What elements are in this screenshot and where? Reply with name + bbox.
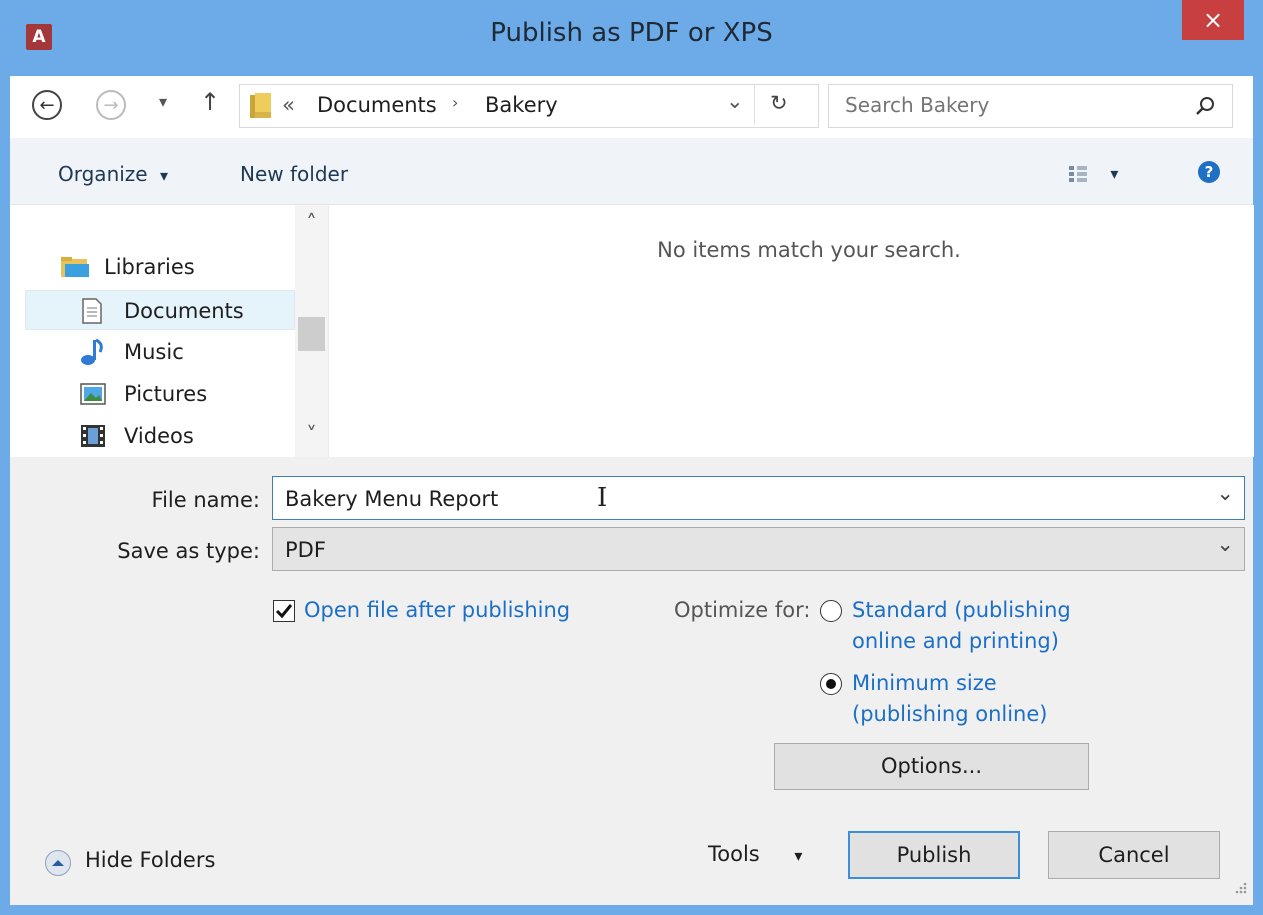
radio-circle[interactable] [820,673,842,695]
command-toolbar: Organize ▾ New folder ▾ ? [10,138,1253,205]
view-chevron-down-icon: ▾ [1110,164,1119,183]
checkbox-box[interactable] [273,600,295,622]
save-type-select[interactable]: PDF ⌄ [272,527,1245,571]
file-name-combobox[interactable]: Bakery Menu Report I ⌄ [272,476,1245,520]
new-folder-button[interactable]: New folder [240,162,348,186]
file-list[interactable]: No items match your search. [328,205,1254,457]
breadcrumb-documents[interactable]: Documents [317,93,437,117]
checkbox-label[interactable]: Open file after publishing [304,598,570,622]
music-icon [80,338,104,366]
options-button[interactable]: Options... [774,743,1089,790]
resize-grip-icon[interactable] [1233,875,1247,899]
back-button[interactable]: ← [32,90,62,120]
title-bar[interactable]: A Publish as PDF or XPS × [0,0,1263,76]
checkmark-icon [275,604,293,619]
text-cursor-icon: I [597,483,608,513]
tools-menu[interactable]: Tools ▾ [708,842,802,866]
nav-item-pictures[interactable]: Pictures [80,374,290,414]
radio-selected-dot [826,679,836,689]
radio-standard-label-line2[interactable]: online and printing) [852,629,1059,653]
save-type-value: PDF [285,538,326,562]
nav-item-documents[interactable]: Documents [25,290,295,330]
radio-minimum-label-line1[interactable]: Minimum size [852,671,997,695]
browser-panes: Libraries Documents Music Pictures Video… [10,205,1254,457]
tools-label: Tools [708,842,760,866]
hide-folders-icon [45,850,71,876]
scroll-up-icon[interactable]: ˄ [295,211,328,235]
breadcrumb-separator: › [452,93,459,112]
navigation-bar: ← → ▾ ↑ « Documents › Bakery ⌄ ↻ [10,76,1253,138]
search-box[interactable] [828,84,1233,128]
nav-item-label: Videos [124,424,194,448]
publish-button[interactable]: Publish [848,831,1020,879]
nav-item-label: Pictures [124,382,208,406]
radio-minimum-label-line2[interactable]: (publishing online) [852,702,1047,726]
up-button[interactable]: ↑ [200,88,220,116]
cancel-button[interactable]: Cancel [1048,831,1220,879]
nav-item-label: Documents [124,299,244,323]
file-name-label: File name: [151,488,260,512]
recent-locations-button[interactable]: ▾ [159,92,167,111]
scroll-down-icon[interactable]: ˅ [295,423,328,447]
empty-message: No items match your search. [657,238,961,262]
help-icon[interactable]: ? [1198,161,1220,183]
nav-item-label: Libraries [104,255,195,279]
chevron-down-icon[interactable]: ⌄ [1216,532,1234,556]
nav-item-music[interactable]: Music [80,332,290,372]
dialog-body: ← → ▾ ↑ « Documents › Bakery ⌄ ↻ Search … [10,76,1254,905]
hide-folders-label: Hide Folders [85,848,216,872]
chevron-down-icon[interactable]: ⌄ [1216,481,1234,505]
videos-icon [80,424,106,448]
window-title: Publish as PDF or XPS [490,18,773,48]
search-input[interactable] [829,85,1169,125]
folder-icon [249,92,273,120]
view-menu[interactable]: ▾ [1068,160,1118,184]
libraries-icon [60,255,90,279]
breadcrumb-bakery[interactable]: Bakery [485,93,558,117]
documents-icon [81,298,103,324]
organize-menu[interactable]: Organize ▾ [58,162,168,186]
chevron-down-icon: ▾ [159,166,168,185]
nav-item-libraries[interactable]: Libraries [60,247,290,287]
nav-item-videos[interactable]: Videos [80,416,290,456]
forward-button[interactable]: → [96,90,126,120]
optimize-label: Optimize for: [674,598,811,622]
navigation-scrollbar[interactable]: ˄ ˅ [295,205,328,457]
search-icon[interactable] [1195,96,1215,116]
view-options-icon [1068,165,1088,183]
chevron-down-icon: ▾ [794,846,803,865]
nav-item-label: Music [124,340,184,364]
address-bar[interactable]: « Documents › Bakery ⌄ ↻ [239,84,819,128]
save-type-label: Save as type: [117,539,260,563]
close-button[interactable]: × [1182,0,1244,40]
address-divider [754,85,755,125]
radio-circle[interactable] [820,600,842,622]
publish-dialog: A Publish as PDF or XPS × ← → ▾ ↑ « Docu… [0,0,1263,915]
radio-standard-label-line1[interactable]: Standard (publishing [852,598,1071,622]
file-name-input[interactable]: Bakery Menu Report [285,487,498,511]
refresh-icon[interactable]: ↻ [770,91,788,115]
address-dropdown-icon[interactable]: ⌄ [726,89,744,113]
pictures-icon [80,383,106,405]
scrollbar-thumb[interactable] [298,317,325,351]
navigation-pane[interactable]: Libraries Documents Music Pictures Video… [10,205,328,457]
organize-label: Organize [58,162,148,186]
address-overflow-chevron[interactable]: « [282,93,295,117]
